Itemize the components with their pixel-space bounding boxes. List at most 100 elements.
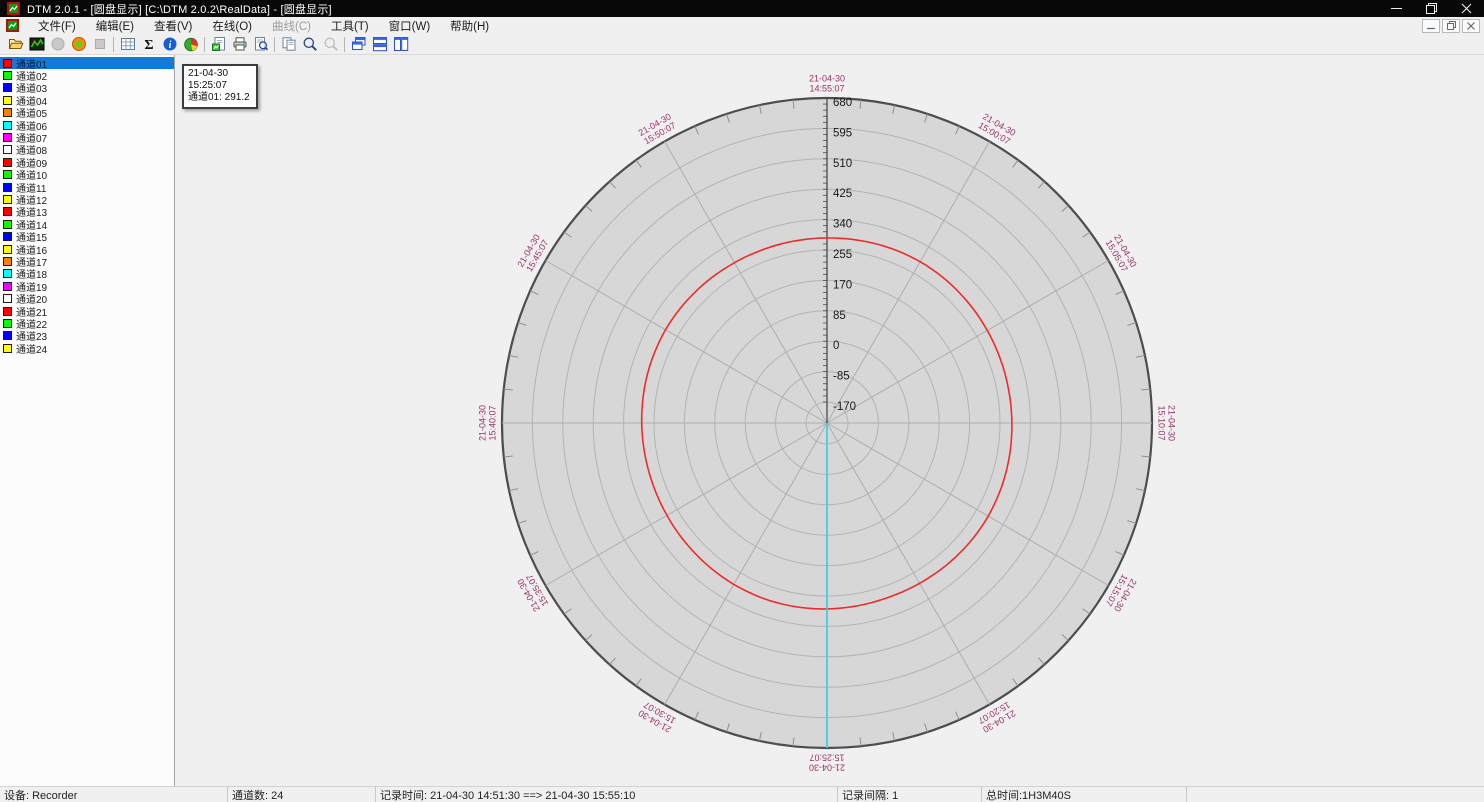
toolbar-separator bbox=[344, 37, 345, 52]
radial-tick-label: 680 bbox=[833, 97, 852, 109]
tile-vertical-icon bbox=[393, 36, 409, 52]
record-start-button[interactable] bbox=[68, 35, 89, 54]
copy-button[interactable] bbox=[278, 35, 299, 54]
mdi-document-icon bbox=[6, 19, 19, 32]
channel-color-chip bbox=[3, 220, 12, 229]
channel-color-chip bbox=[3, 71, 12, 80]
data-table-button[interactable] bbox=[117, 35, 138, 54]
time-label: 21-04-3014:55:07 bbox=[809, 74, 845, 94]
cascade-windows-button[interactable] bbox=[348, 35, 369, 54]
tooltip-date: 21-04-30 bbox=[188, 68, 250, 80]
radial-tick-label: 0 bbox=[833, 340, 839, 352]
tile-vertical-button[interactable] bbox=[390, 35, 411, 54]
data-tooltip: 21-04-30 15:25:07 通道01: 291.2 bbox=[182, 64, 258, 109]
svg-text:21-04-30: 21-04-30 bbox=[809, 763, 845, 773]
status-device: 设备: Recorder bbox=[0, 787, 228, 802]
data-table-icon bbox=[120, 36, 136, 52]
mdi-restore-button[interactable] bbox=[1442, 19, 1460, 33]
print-preview-icon bbox=[253, 36, 269, 52]
record-start-icon bbox=[71, 36, 87, 52]
channel-color-chip bbox=[3, 207, 12, 216]
record-stop-icon bbox=[92, 36, 108, 52]
statistics-sigma-button[interactable]: Σ bbox=[138, 35, 159, 54]
view-chart-button[interactable] bbox=[26, 35, 47, 54]
chart-area: 680595510425340255170850-85-17021-04-301… bbox=[175, 55, 1484, 786]
channel-color-chip bbox=[3, 170, 12, 179]
zoom-out-icon bbox=[323, 36, 339, 52]
info-icon: i bbox=[162, 36, 178, 52]
export-report-button[interactable] bbox=[208, 35, 229, 54]
channel-color-chip bbox=[3, 195, 12, 204]
close-button[interactable] bbox=[1449, 0, 1484, 17]
pie-chart-icon bbox=[183, 36, 199, 52]
channel-item-24[interactable]: 通道24 bbox=[0, 342, 174, 354]
channel-color-chip bbox=[3, 245, 12, 254]
toolbar-separator bbox=[204, 37, 205, 52]
cascade-windows-icon bbox=[351, 36, 367, 52]
channel-color-chip bbox=[3, 331, 12, 340]
menubar: 文件(F)编辑(E)查看(V)在线(O)曲线(C)工具(T)窗口(W)帮助(H) bbox=[0, 17, 1484, 34]
mdi-window-controls bbox=[1422, 19, 1480, 33]
svg-text:i: i bbox=[168, 40, 171, 51]
toolbar-separator bbox=[274, 37, 275, 52]
channel-color-chip bbox=[3, 145, 12, 154]
tile-horizontal-icon bbox=[372, 36, 388, 52]
channel-color-chip bbox=[3, 59, 12, 68]
radial-tick-label: 595 bbox=[833, 127, 852, 139]
status-record-time: 记录时间: 21-04-30 14:51:30 ==> 21-04-30 15:… bbox=[376, 787, 838, 802]
radial-tick-label: 425 bbox=[833, 188, 852, 200]
channel-label: 通道24 bbox=[16, 341, 47, 356]
statusbar: 设备: Recorder 通道数: 24 记录时间: 21-04-30 14:5… bbox=[0, 786, 1484, 802]
radial-tick-label: -85 bbox=[833, 371, 850, 383]
copy-icon bbox=[281, 36, 297, 52]
radial-tick-label: 510 bbox=[833, 158, 852, 170]
view-chart-icon bbox=[29, 36, 45, 52]
radial-tick-label: -170 bbox=[833, 401, 856, 413]
print-button[interactable] bbox=[229, 35, 250, 54]
zoom-out-button bbox=[320, 35, 341, 54]
record-pause-button bbox=[47, 35, 68, 54]
mdi-close-button[interactable] bbox=[1462, 19, 1480, 33]
pie-chart-button[interactable] bbox=[180, 35, 201, 54]
toolbar-separator bbox=[113, 37, 114, 52]
open-file-icon bbox=[8, 36, 24, 52]
tooltip-time: 15:25:07 bbox=[188, 80, 250, 92]
polar-chart-canvas[interactable]: 680595510425340255170850-85-17021-04-301… bbox=[175, 55, 1483, 786]
radial-tick-label: 340 bbox=[833, 219, 852, 231]
channel-color-chip bbox=[3, 158, 12, 167]
channel-color-chip bbox=[3, 344, 12, 353]
menu-item-3[interactable]: 在线(O) bbox=[202, 17, 262, 35]
channel-color-chip bbox=[3, 257, 12, 266]
tile-horizontal-button[interactable] bbox=[369, 35, 390, 54]
toolbar: Σi bbox=[0, 34, 1484, 55]
print-icon bbox=[232, 36, 248, 52]
export-report-icon bbox=[211, 36, 227, 52]
info-button[interactable]: i bbox=[159, 35, 180, 54]
channel-color-chip bbox=[3, 183, 12, 192]
menu-item-5[interactable]: 工具(T) bbox=[321, 17, 379, 35]
restore-button[interactable] bbox=[1414, 0, 1449, 17]
status-record-interval: 记录间隔: 1 bbox=[838, 787, 982, 802]
menu-item-4: 曲线(C) bbox=[262, 17, 321, 35]
channel-color-chip bbox=[3, 108, 12, 117]
channel-color-chip bbox=[3, 96, 12, 105]
titlebar: DTM 2.0.1 - [圆盘显示] [C:\DTM 2.0.2\RealDat… bbox=[0, 0, 1484, 17]
menu-item-2[interactable]: 查看(V) bbox=[144, 17, 202, 35]
menu-item-7[interactable]: 帮助(H) bbox=[440, 17, 499, 35]
mdi-minimize-button[interactable] bbox=[1422, 19, 1440, 33]
zoom-in-button[interactable] bbox=[299, 35, 320, 54]
tooltip-value: 通道01: 291.2 bbox=[188, 92, 250, 104]
minimize-button[interactable] bbox=[1379, 0, 1414, 17]
channel-color-chip bbox=[3, 294, 12, 303]
app-window: DTM 2.0.1 - [圆盘显示] [C:\DTM 2.0.2\RealDat… bbox=[0, 0, 1484, 802]
time-label: 21-04-3015:10:07 bbox=[1157, 405, 1177, 441]
menu-item-6[interactable]: 窗口(W) bbox=[379, 17, 441, 35]
open-file-button[interactable] bbox=[5, 35, 26, 54]
radial-tick-label: 85 bbox=[833, 310, 846, 322]
record-pause-icon bbox=[50, 36, 66, 52]
print-preview-button[interactable] bbox=[250, 35, 271, 54]
channel-list: 通道01通道02通道03通道04通道05通道06通道07通道08通道09通道10… bbox=[0, 55, 175, 786]
channel-color-chip bbox=[3, 121, 12, 130]
menu-item-1[interactable]: 编辑(E) bbox=[86, 17, 144, 35]
menu-item-0[interactable]: 文件(F) bbox=[28, 17, 86, 35]
